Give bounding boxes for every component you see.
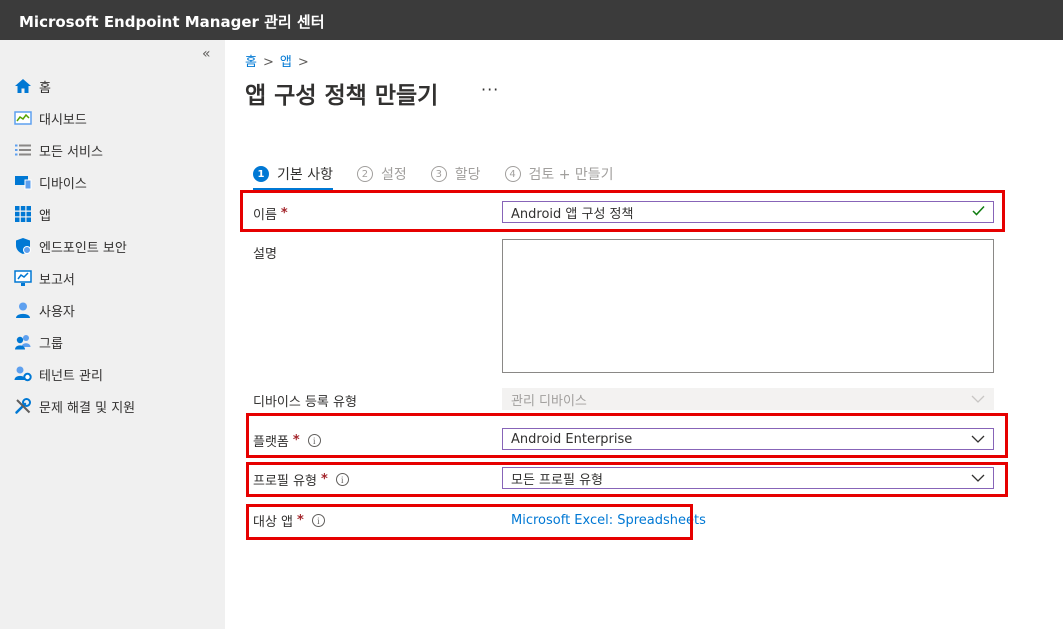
group-icon: [14, 333, 32, 351]
step-number: 3: [430, 166, 447, 182]
sidebar-item-all-services[interactable]: 모든 서비스: [0, 134, 225, 166]
description-label-text: 설명: [253, 247, 277, 262]
breadcrumb: 홈 > 앱 >: [245, 51, 315, 70]
sidebar-item-label: 문제 해결 및 지원: [39, 400, 136, 416]
breadcrumb-apps-link[interactable]: 앱: [280, 55, 292, 70]
top-bar: Microsoft Endpoint Manager 관리 센터: [0, 0, 1063, 40]
sidebar-item-dashboard[interactable]: 대시보드: [0, 102, 225, 134]
list-icon: [14, 141, 32, 159]
page-title: 앱 구성 정책 만들기: [245, 83, 439, 109]
step-label: 검토 + 만들기: [528, 167, 614, 183]
sidebar-item-devices[interactable]: 디바이스: [0, 166, 225, 198]
sidebar-item-tenant-admin[interactable]: 테넌트 관리: [0, 358, 225, 390]
step-label: 설정: [380, 167, 407, 183]
sidebar-item-label: 엔드포인트 보안: [39, 240, 127, 256]
tab-assignments[interactable]: 3 할당: [430, 160, 481, 188]
sidebar-item-groups[interactable]: 그룹: [0, 326, 225, 358]
chevron-down-icon: [971, 392, 985, 407]
chevron-right-icon: >: [297, 55, 309, 70]
sidebar: « 홈 대시보드 모든 서비스 디바이스 앱 엔드포인트 보안 보고서 사용자 …: [0, 40, 225, 629]
highlight-box-profile-type: [246, 462, 1008, 497]
more-options-button[interactable]: ···: [481, 80, 499, 99]
wrench-icon: [14, 397, 32, 415]
sidebar-item-users[interactable]: 사용자: [0, 294, 225, 326]
step-number: 1: [253, 166, 269, 182]
step-number: 4: [504, 166, 521, 182]
sidebar-item-label: 앱: [39, 208, 51, 224]
wizard-steps: 1 기본 사항 2 설정 3 할당 4 검토 + 만들기: [253, 160, 638, 190]
sidebar-item-label: 그룹: [39, 336, 63, 352]
enrollment-type-dropdown: 관리 디바이스: [502, 388, 994, 410]
home-icon: [14, 77, 32, 95]
sidebar-item-label: 사용자: [39, 304, 75, 320]
tab-settings[interactable]: 2 설정: [356, 160, 407, 188]
enrollment-type-label-text: 디바이스 등록 유형: [253, 395, 357, 410]
sidebar-item-apps[interactable]: 앱: [0, 198, 225, 230]
sidebar-item-reports[interactable]: 보고서: [0, 262, 225, 294]
sidebar-item-label: 대시보드: [39, 112, 87, 128]
step-number: 2: [356, 166, 373, 182]
sidebar-nav: 홈 대시보드 모든 서비스 디바이스 앱 엔드포인트 보안 보고서 사용자 그룹…: [0, 70, 225, 422]
tab-review-create[interactable]: 4 검토 + 만들기: [504, 160, 614, 188]
sidebar-item-home[interactable]: 홈: [0, 70, 225, 102]
breadcrumb-home-link[interactable]: 홈: [245, 55, 257, 70]
sidebar-item-label: 테넌트 관리: [39, 368, 103, 384]
main-content: 홈 > 앱 > 앱 구성 정책 만들기 ··· 1 기본 사항 2 설정 3 할당 4…: [225, 40, 1063, 629]
shield-icon: [14, 237, 32, 255]
collapse-sidebar-icon[interactable]: «: [202, 46, 211, 62]
reports-icon: [14, 269, 32, 287]
user-icon: [14, 301, 32, 319]
chevron-right-icon: >: [262, 55, 274, 70]
sidebar-item-label: 보고서: [39, 272, 75, 288]
sidebar-item-label: 홈: [39, 80, 51, 96]
step-label: 할당: [454, 167, 481, 183]
sidebar-item-troubleshoot[interactable]: 문제 해결 및 지원: [0, 390, 225, 422]
apps-grid-icon: [14, 205, 32, 223]
description-label: 설명: [253, 243, 277, 262]
tab-basics[interactable]: 1 기본 사항: [253, 160, 333, 190]
description-textarea[interactable]: [502, 239, 994, 373]
dashboard-icon: [14, 109, 32, 127]
step-label: 기본 사항: [277, 167, 333, 183]
sidebar-item-label: 디바이스: [39, 176, 87, 192]
tenant-icon: [14, 365, 32, 383]
enrollment-type-label: 디바이스 등록 유형: [253, 391, 357, 410]
highlight-box-name: [240, 190, 1005, 232]
devices-icon: [14, 173, 32, 191]
highlight-box-platform: [246, 413, 1008, 458]
highlight-box-target-app: [246, 504, 693, 540]
sidebar-item-label: 모든 서비스: [39, 144, 103, 160]
sidebar-item-endpoint-security[interactable]: 엔드포인트 보안: [0, 230, 225, 262]
app-title: Microsoft Endpoint Manager 관리 센터: [19, 13, 325, 31]
enrollment-type-value: 관리 디바이스: [511, 393, 587, 409]
